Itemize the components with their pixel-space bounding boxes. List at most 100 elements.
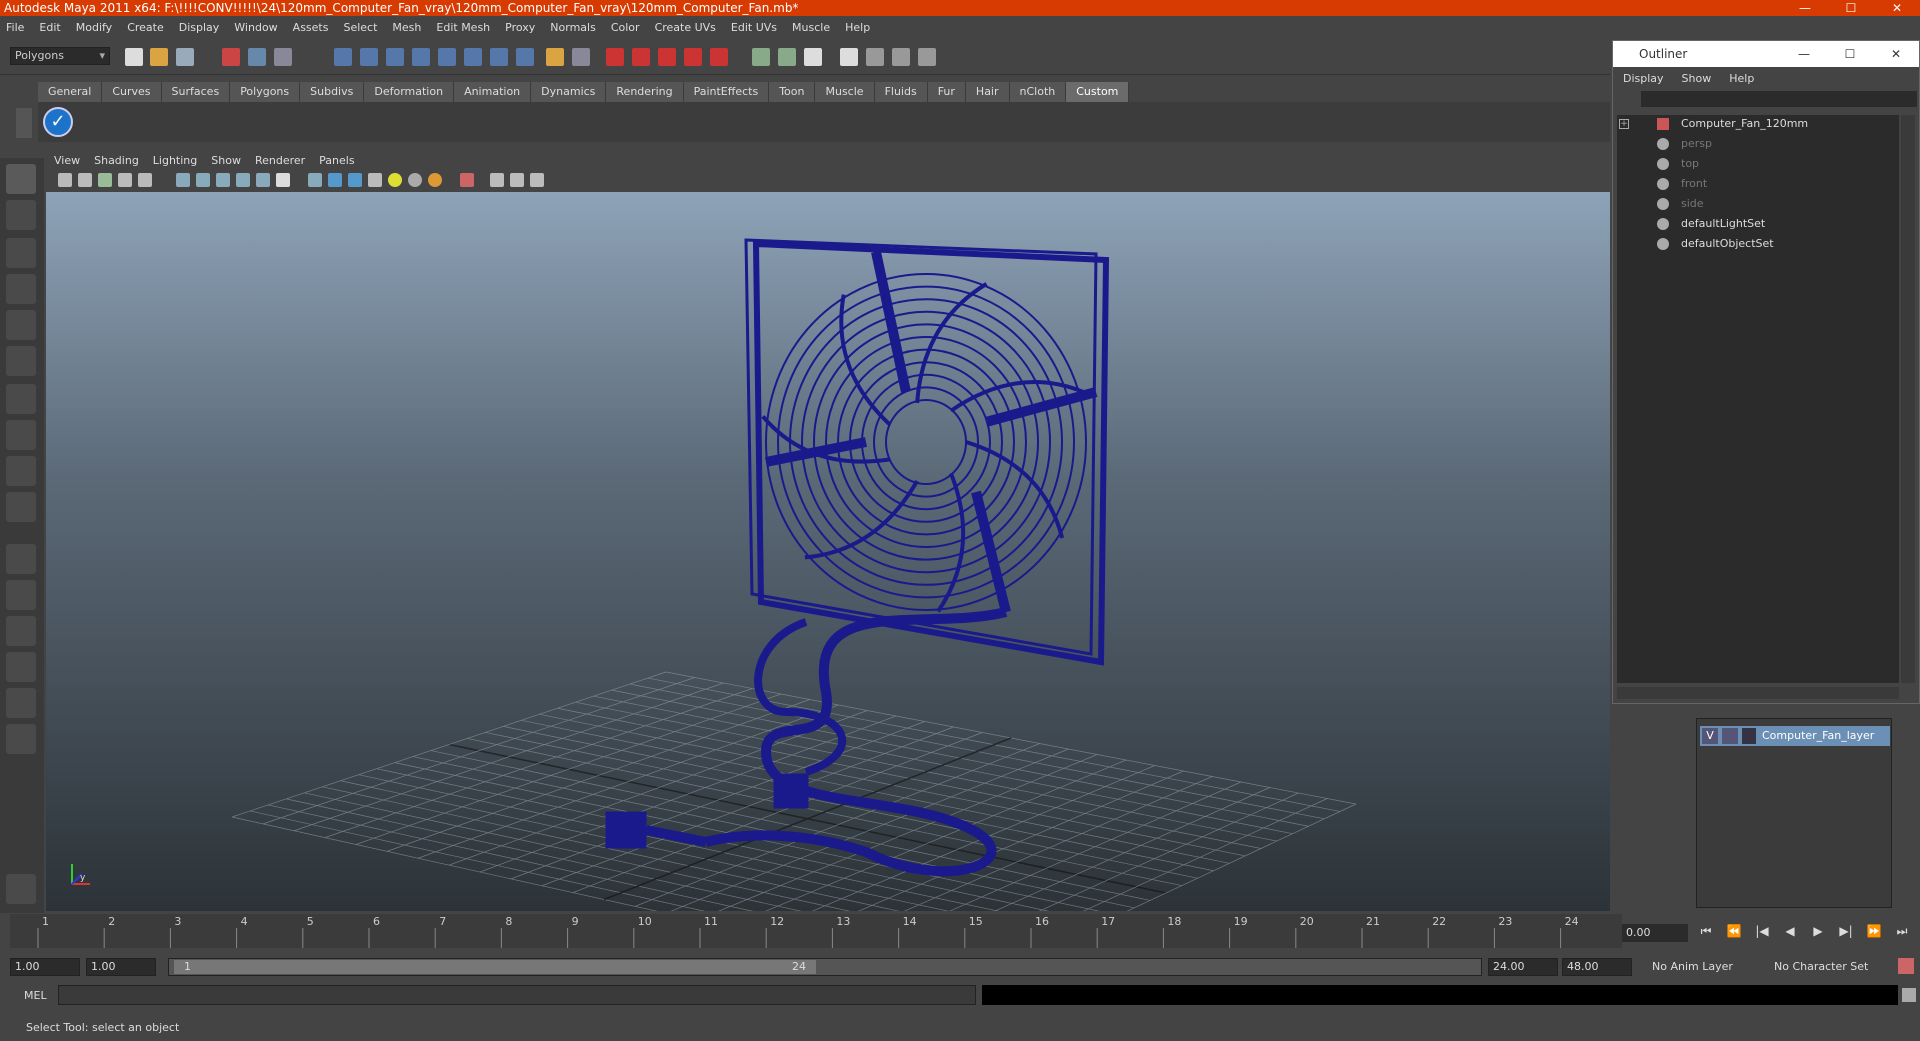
render-settings-icon[interactable]: [658, 48, 676, 66]
anim-layer-dropdown[interactable]: No Anim Layer: [1652, 958, 1756, 976]
xray-joints-icon[interactable]: [328, 173, 342, 187]
layer-visibility-toggle[interactable]: V: [1702, 728, 1718, 744]
history-icon[interactable]: [464, 48, 482, 66]
new-scene-icon[interactable]: [125, 48, 143, 66]
save-scene-icon[interactable]: [176, 48, 194, 66]
menu-muscle[interactable]: Muscle: [792, 21, 830, 34]
grease-pencil-icon[interactable]: [530, 173, 544, 187]
auto-key-icon[interactable]: [1898, 958, 1914, 974]
current-time-field[interactable]: 0.00: [1622, 924, 1688, 942]
flat-light-icon[interactable]: [428, 173, 442, 187]
safe-frame-icon[interactable]: [510, 173, 524, 187]
shadows-icon[interactable]: [256, 173, 270, 187]
start-time-field[interactable]: 1.00: [10, 958, 80, 976]
shelf-tab-dynamics[interactable]: Dynamics: [531, 82, 607, 102]
tool-settings-icon[interactable]: [778, 48, 796, 66]
panel-menu-show[interactable]: Show: [211, 154, 241, 167]
make-live-icon[interactable]: [438, 48, 456, 66]
panel-menu-panels[interactable]: Panels: [319, 154, 354, 167]
ipr-render-icon[interactable]: [632, 48, 650, 66]
snap-grid-icon[interactable]: [334, 48, 352, 66]
minimize-button[interactable]: —: [1782, 0, 1828, 16]
camera-icon[interactable]: [58, 173, 72, 187]
mel-label[interactable]: MEL: [24, 989, 47, 1002]
menu-edit-uvs[interactable]: Edit UVs: [731, 21, 777, 34]
uv-layout-icon[interactable]: [6, 724, 36, 754]
menu-modify[interactable]: Modify: [76, 21, 112, 34]
attribute-editor-icon[interactable]: [752, 48, 770, 66]
outliner-item-computer-fan[interactable]: Computer_Fan_120mm: [1647, 115, 1808, 133]
shelf-tab-fur[interactable]: Fur: [927, 82, 966, 102]
menu-assets[interactable]: Assets: [293, 21, 329, 34]
panel-menu-lighting[interactable]: Lighting: [153, 154, 197, 167]
render-view-icon[interactable]: [710, 48, 728, 66]
end-time-field[interactable]: 48.00: [1562, 958, 1632, 976]
menu-window[interactable]: Window: [234, 21, 277, 34]
layer-color-icon[interactable]: [1742, 728, 1756, 744]
outliner-item-persp[interactable]: persp: [1647, 135, 1712, 153]
snap-point-icon[interactable]: [386, 48, 404, 66]
outliner-menu-help[interactable]: Help: [1729, 72, 1754, 85]
menu-create-uvs[interactable]: Create UVs: [655, 21, 716, 34]
go-to-end-button[interactable]: ⏭: [1888, 924, 1916, 944]
shelf-tab-animation[interactable]: Animation: [454, 82, 532, 102]
lasso-tool-icon[interactable]: [6, 200, 36, 230]
select-camera-icon[interactable]: [460, 173, 474, 187]
play-forwards-button[interactable]: ▶: [1804, 924, 1832, 944]
xray-components-icon[interactable]: [348, 173, 362, 187]
panel-menu-view[interactable]: View: [54, 154, 80, 167]
four-pane-layout-icon[interactable]: [6, 580, 36, 610]
maximize-button[interactable]: ☐: [1828, 0, 1874, 16]
shelf-tab-curves[interactable]: Curves: [102, 82, 162, 102]
hypershade-icon[interactable]: [684, 48, 702, 66]
outliner-close-button[interactable]: ✕: [1873, 41, 1919, 67]
script-editor-icon[interactable]: [1902, 988, 1916, 1002]
anim-start-field[interactable]: 1.00: [86, 958, 156, 976]
play-backwards-button[interactable]: ◀: [1776, 924, 1804, 944]
time-slider[interactable]: 1 2 3 4 5 6 7 8 9 10 11 12 13 14 15 16 17 18 19 20 21 22 23 24: [10, 914, 1622, 948]
mel-command-input[interactable]: [58, 985, 976, 1005]
selection-mask-icon[interactable]: [572, 48, 590, 66]
render-frame-icon[interactable]: [606, 48, 624, 66]
range-slider-handle[interactable]: 1 24: [174, 960, 816, 974]
shelf-tab-polygons[interactable]: Polygons: [230, 82, 301, 102]
layout-icon[interactable]: [840, 48, 858, 66]
shelf-tab-subdivs[interactable]: Subdivs: [300, 82, 365, 102]
outliner-layout-icon[interactable]: [6, 616, 36, 646]
menu-proxy[interactable]: Proxy: [505, 21, 535, 34]
cable-wireframe[interactable]: [605, 607, 1008, 877]
menu-set-dropdown[interactable]: Polygons: [10, 47, 110, 65]
menu-mesh[interactable]: Mesh: [392, 21, 421, 34]
outliner-menu-show[interactable]: Show: [1682, 72, 1712, 85]
step-back-frame-button[interactable]: |◀: [1748, 924, 1776, 944]
menu-select[interactable]: Select: [343, 21, 377, 34]
layout-three-icon[interactable]: [892, 48, 910, 66]
wireframe-icon[interactable]: [176, 173, 190, 187]
menu-file[interactable]: File: [6, 21, 24, 34]
menu-color[interactable]: Color: [611, 21, 640, 34]
fan-wireframe[interactable]: [744, 238, 1110, 666]
outliner-item-default-light-set[interactable]: defaultLightSet: [1647, 215, 1765, 233]
rotate-tool-icon[interactable]: [6, 310, 36, 340]
select-hierarchy-icon[interactable]: [222, 48, 240, 66]
show-manipulator-icon[interactable]: [6, 456, 36, 486]
xray-icon[interactable]: [308, 173, 322, 187]
menu-edit[interactable]: Edit: [39, 21, 60, 34]
shelf-tab-rendering[interactable]: Rendering: [606, 82, 684, 102]
outliner-filter-input[interactable]: [1641, 91, 1917, 107]
outliner-list[interactable]: + Computer_Fan_120mm persp top front sid…: [1617, 115, 1899, 683]
checkmark-shelf-icon[interactable]: ✓: [43, 107, 73, 137]
anim-end-field[interactable]: 24.00: [1488, 958, 1558, 976]
quick-layout-icon[interactable]: [6, 874, 36, 904]
go-to-start-button[interactable]: ⏮: [1692, 924, 1720, 944]
outliner-scrollbar[interactable]: [1901, 115, 1915, 683]
soft-mod-tool-icon[interactable]: [6, 420, 36, 450]
close-button[interactable]: ✕: [1874, 0, 1920, 16]
open-scene-icon[interactable]: [150, 48, 168, 66]
panel-menu-shading[interactable]: Shading: [94, 154, 139, 167]
lock-icon[interactable]: [546, 48, 564, 66]
menu-create[interactable]: Create: [127, 21, 164, 34]
channel-box-icon[interactable]: [804, 48, 822, 66]
help-icon[interactable]: [516, 48, 534, 66]
move-tool-icon[interactable]: [6, 274, 36, 304]
